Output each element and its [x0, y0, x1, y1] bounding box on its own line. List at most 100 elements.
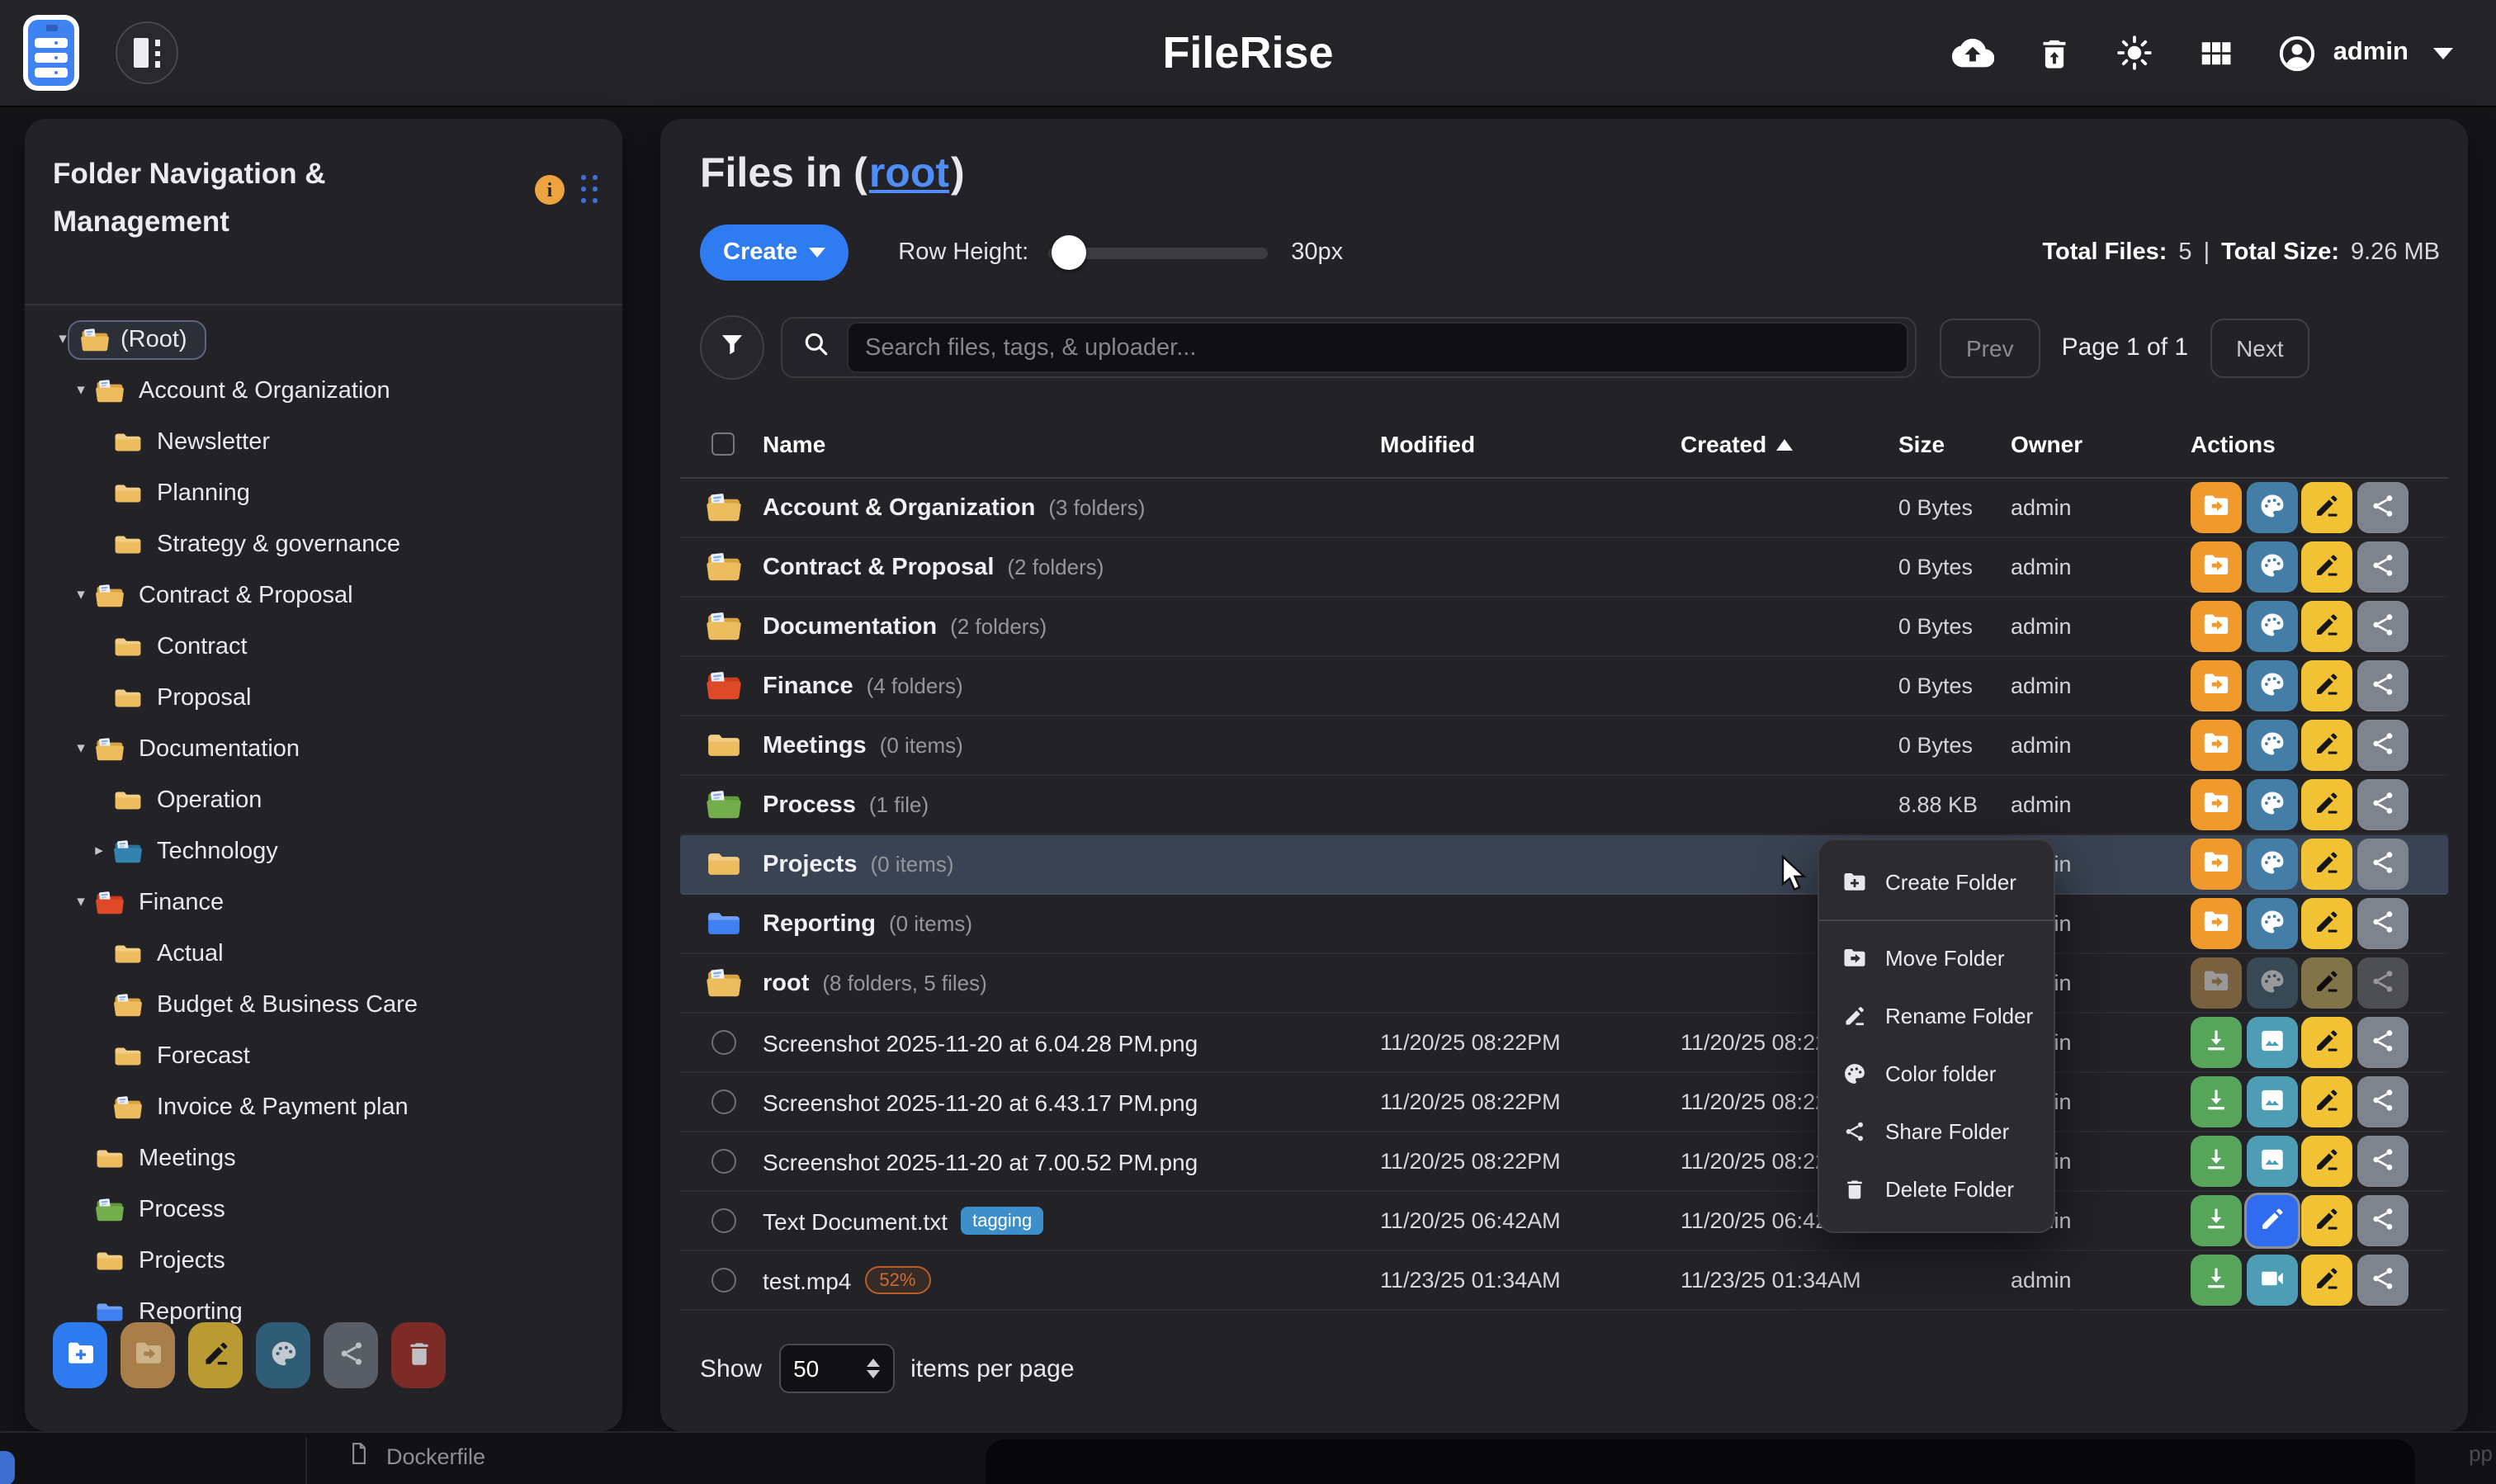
- menu-item-share-folder[interactable]: Share Folder: [1819, 1103, 2054, 1160]
- share-action-button[interactable]: [2357, 1255, 2408, 1306]
- share-action-button[interactable]: [2357, 660, 2408, 711]
- row-checkbox[interactable]: [711, 1149, 735, 1174]
- sidebar-folder-process[interactable]: Process: [25, 1184, 622, 1235]
- rename-action-button[interactable]: [2301, 1195, 2352, 1246]
- folder-name[interactable]: Account & Organization: [763, 494, 1035, 521]
- items-per-page-select[interactable]: 50: [778, 1344, 894, 1393]
- app-logo-icon[interactable]: [23, 15, 79, 91]
- user-menu[interactable]: admin: [2276, 31, 2453, 74]
- selected-folder-pill[interactable]: (Root): [68, 319, 207, 359]
- palette-action-button[interactable]: [2246, 482, 2297, 533]
- brightness-icon[interactable]: [2114, 31, 2157, 74]
- sidebar-folder--root-[interactable]: ▾(Root): [25, 314, 622, 365]
- rename-action-button[interactable]: [2301, 898, 2352, 949]
- rename-action-button[interactable]: [2301, 1255, 2352, 1306]
- table-row-documentation[interactable]: Documentation(2 folders)0 Bytesadmin: [680, 598, 2448, 657]
- rename-action-button[interactable]: [2301, 1136, 2352, 1187]
- table-row-process[interactable]: Process(1 file)8.88 KBadmin: [680, 776, 2448, 835]
- table-row-account-organization[interactable]: Account & Organization(3 folders)0 Bytes…: [680, 479, 2448, 538]
- table-row-meetings[interactable]: Meetings(0 items)0 Bytesadmin: [680, 716, 2448, 776]
- filter-button[interactable]: [700, 315, 764, 380]
- folder-name[interactable]: Documentation: [763, 613, 937, 640]
- sidebar-folder-invoice-payment-plan[interactable]: Invoice & Payment plan: [25, 1081, 622, 1132]
- image-action-button[interactable]: [2246, 1136, 2297, 1187]
- download-action-button[interactable]: [2191, 1195, 2242, 1246]
- row-checkbox[interactable]: [711, 1208, 735, 1233]
- video-action-button[interactable]: [2246, 1255, 2297, 1306]
- rename-folder-button[interactable]: [188, 1322, 243, 1388]
- palette-action-button[interactable]: [2246, 720, 2297, 771]
- sidebar-folder-proposal[interactable]: Proposal: [25, 672, 622, 723]
- create-button[interactable]: Create: [700, 224, 849, 281]
- menu-item-move-folder[interactable]: Move Folder: [1819, 929, 2054, 987]
- sidebar-folder-meetings[interactable]: Meetings: [25, 1132, 622, 1184]
- folder-name[interactable]: Reporting: [763, 910, 876, 937]
- table-row-text-document-txt[interactable]: Text Document.txttagging11/20/25 06:42AM…: [680, 1192, 2448, 1251]
- image-action-button[interactable]: [2246, 1017, 2297, 1068]
- menu-item-delete-folder[interactable]: Delete Folder: [1819, 1160, 2054, 1218]
- folder-name[interactable]: Meetings: [763, 732, 867, 759]
- sidebar-folder-contract-proposal[interactable]: ▾Contract & Proposal: [25, 569, 622, 621]
- select-all-checkbox[interactable]: [711, 432, 735, 456]
- palette-action-button[interactable]: [2246, 541, 2297, 593]
- table-row-root[interactable]: root(8 folders, 5 files)admin: [680, 954, 2448, 1014]
- rename-action-button[interactable]: [2301, 839, 2352, 890]
- move-action-button[interactable]: [2191, 957, 2242, 1009]
- move-action-button[interactable]: [2191, 898, 2242, 949]
- share-action-button[interactable]: [2357, 898, 2408, 949]
- table-row-finance[interactable]: Finance(4 folders)0 Bytesadmin: [680, 657, 2448, 716]
- search-input[interactable]: [847, 322, 1908, 373]
- color-folder-button[interactable]: [256, 1322, 310, 1388]
- upload-icon[interactable]: [1952, 31, 1995, 74]
- column-header-name[interactable]: Name: [763, 431, 825, 457]
- row-height-slider[interactable]: [1048, 247, 1268, 258]
- sidebar-folder-actual[interactable]: Actual: [25, 928, 622, 979]
- rename-action-button[interactable]: [2301, 720, 2352, 771]
- move-action-button[interactable]: [2191, 839, 2242, 890]
- folder-name[interactable]: root: [763, 970, 809, 996]
- folder-name[interactable]: Process: [763, 792, 856, 818]
- share-action-button[interactable]: [2357, 482, 2408, 533]
- table-row-screenshot-2025-11-20-at-7-00-52-pm-png[interactable]: Screenshot 2025-11-20 at 7.00.52 PM.png1…: [680, 1132, 2448, 1192]
- share-action-button[interactable]: [2357, 541, 2408, 593]
- tree-caret-icon[interactable]: ▾: [73, 893, 89, 911]
- tree-caret-icon[interactable]: ▾: [54, 330, 71, 348]
- sidebar-folder-documentation[interactable]: ▾Documentation: [25, 723, 622, 774]
- folder-name[interactable]: Projects: [763, 851, 857, 877]
- table-row-test-mp4[interactable]: test.mp452%11/23/25 01:34AM11/23/25 01:3…: [680, 1251, 2448, 1311]
- file-name[interactable]: Text Document.txt: [763, 1208, 948, 1234]
- share-action-button[interactable]: [2357, 1017, 2408, 1068]
- sidebar-folder-projects[interactable]: Projects: [25, 1235, 622, 1286]
- table-row-contract-proposal[interactable]: Contract & Proposal(2 folders)0 Bytesadm…: [680, 538, 2448, 598]
- download-action-button[interactable]: [2191, 1076, 2242, 1127]
- share-action-button[interactable]: [2357, 720, 2408, 771]
- move-folder-button[interactable]: [121, 1322, 175, 1388]
- palette-action-button[interactable]: [2246, 957, 2297, 1009]
- rename-action-button[interactable]: [2301, 1076, 2352, 1127]
- share-action-button[interactable]: [2357, 779, 2408, 830]
- tree-caret-icon[interactable]: ▾: [73, 586, 89, 604]
- move-action-button[interactable]: [2191, 482, 2242, 533]
- prev-page-button[interactable]: Prev: [1940, 318, 2040, 377]
- sidebar-folder-planning[interactable]: Planning: [25, 467, 622, 518]
- share-folder-button[interactable]: [324, 1322, 378, 1388]
- sidebar-folder-operation[interactable]: Operation: [25, 774, 622, 825]
- drag-handle-icon[interactable]: [581, 175, 599, 205]
- file-name[interactable]: test.mp4: [763, 1267, 851, 1293]
- share-action-button[interactable]: [2357, 1076, 2408, 1127]
- sidebar-folder-newsletter[interactable]: Newsletter: [25, 416, 622, 467]
- column-header-actions[interactable]: Actions: [2191, 431, 2276, 457]
- file-name[interactable]: Screenshot 2025-11-20 at 7.00.52 PM.png: [763, 1148, 1198, 1174]
- menu-item-rename-folder[interactable]: Rename Folder: [1819, 987, 2054, 1045]
- rename-action-button[interactable]: [2301, 601, 2352, 652]
- rename-action-button[interactable]: [2301, 482, 2352, 533]
- row-checkbox[interactable]: [711, 1089, 735, 1114]
- column-header-size[interactable]: Size: [1898, 431, 1945, 457]
- share-action-button[interactable]: [2357, 1195, 2408, 1246]
- share-action-button[interactable]: [2357, 957, 2408, 1009]
- next-page-button[interactable]: Next: [2210, 318, 2310, 377]
- column-header-created[interactable]: Created: [1681, 431, 1766, 457]
- create-folder-button[interactable]: [53, 1322, 107, 1388]
- sidebar-folder-finance[interactable]: ▾Finance: [25, 877, 622, 928]
- tree-caret-icon[interactable]: ▾: [73, 381, 89, 399]
